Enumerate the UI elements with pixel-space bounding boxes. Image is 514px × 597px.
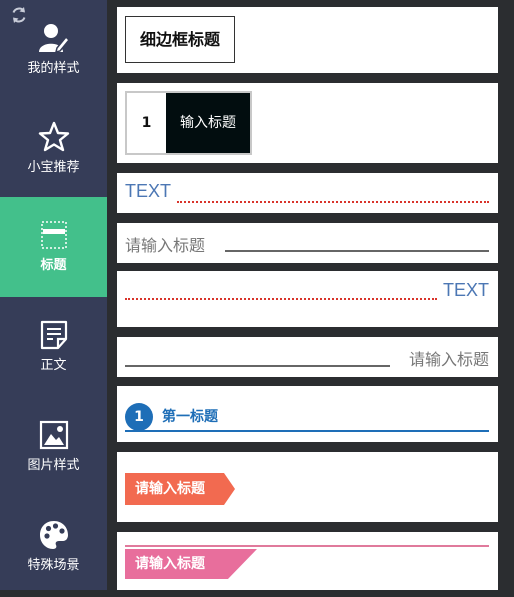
sidebar-item-image-style[interactable]: 图片样式 xyxy=(0,397,107,497)
dotted-divider xyxy=(177,201,489,203)
palette-icon xyxy=(38,519,70,551)
sidebar-item-my-styles[interactable]: 我的样式 xyxy=(0,0,107,100)
sidebar-item-label: 图片样式 xyxy=(27,458,80,473)
style-card-dotted-text-right[interactable]: TEXT xyxy=(117,271,498,327)
title-text: 请输入标题 xyxy=(125,236,206,255)
sidebar-item-body[interactable]: 正文 xyxy=(0,297,107,397)
title-text: TEXT xyxy=(442,280,489,300)
title-frame-icon xyxy=(38,219,70,251)
underline-divider xyxy=(125,430,489,432)
title-preview: 细边框标题 xyxy=(125,16,235,63)
dotted-divider xyxy=(125,298,437,300)
style-card-underline-text-right[interactable]: 请输入标题 xyxy=(117,337,498,377)
style-card-circle-number[interactable]: 1 第一标题 xyxy=(117,386,498,442)
style-card-arrow-tag[interactable]: 请输入标题 xyxy=(117,452,498,522)
style-card-numbered-block[interactable]: 1 输入标题 xyxy=(117,83,498,163)
title-preview: 1 输入标题 xyxy=(125,91,252,155)
style-card-slant-tag[interactable]: 请输入标题 xyxy=(117,532,498,590)
user-edit-icon xyxy=(38,22,71,54)
number-badge: 1 xyxy=(125,403,153,431)
sidebar-item-title[interactable]: 标题 xyxy=(0,197,107,297)
underline-divider xyxy=(225,250,489,252)
style-card-text-underline[interactable]: 请输入标题 xyxy=(117,223,498,263)
title-text: 请输入标题 xyxy=(408,350,489,369)
title-number: 1 xyxy=(141,115,152,131)
title-tag: 请输入标题 xyxy=(125,473,235,505)
sidebar-item-label: 我的样式 xyxy=(27,61,80,76)
sidebar-item-special-scene[interactable]: 特殊场景 xyxy=(0,497,107,597)
title-text: TEXT xyxy=(125,181,172,201)
sidebar-item-label: 正文 xyxy=(40,358,67,373)
sidebar-item-recommend[interactable]: 小宝推荐 xyxy=(0,99,107,199)
sidebar: 我的样式 小宝推荐 标题 正文 图片样式 特殊场景 xyxy=(0,0,107,590)
sidebar-item-label: 小宝推荐 xyxy=(27,160,80,175)
style-card-thin-border[interactable]: 细边框标题 xyxy=(117,7,498,73)
style-card-text-dotted[interactable]: TEXT xyxy=(117,173,498,213)
document-icon xyxy=(38,319,70,351)
title-text: 输入标题 xyxy=(166,93,250,153)
image-icon xyxy=(38,419,70,451)
sidebar-item-label: 标题 xyxy=(40,258,67,273)
title-text: 第一标题 xyxy=(162,409,218,425)
underline-divider xyxy=(125,365,390,367)
star-icon xyxy=(38,121,70,153)
top-divider xyxy=(125,545,489,547)
sidebar-item-label: 特殊场景 xyxy=(27,558,80,573)
title-tag: 请输入标题 xyxy=(125,549,257,579)
